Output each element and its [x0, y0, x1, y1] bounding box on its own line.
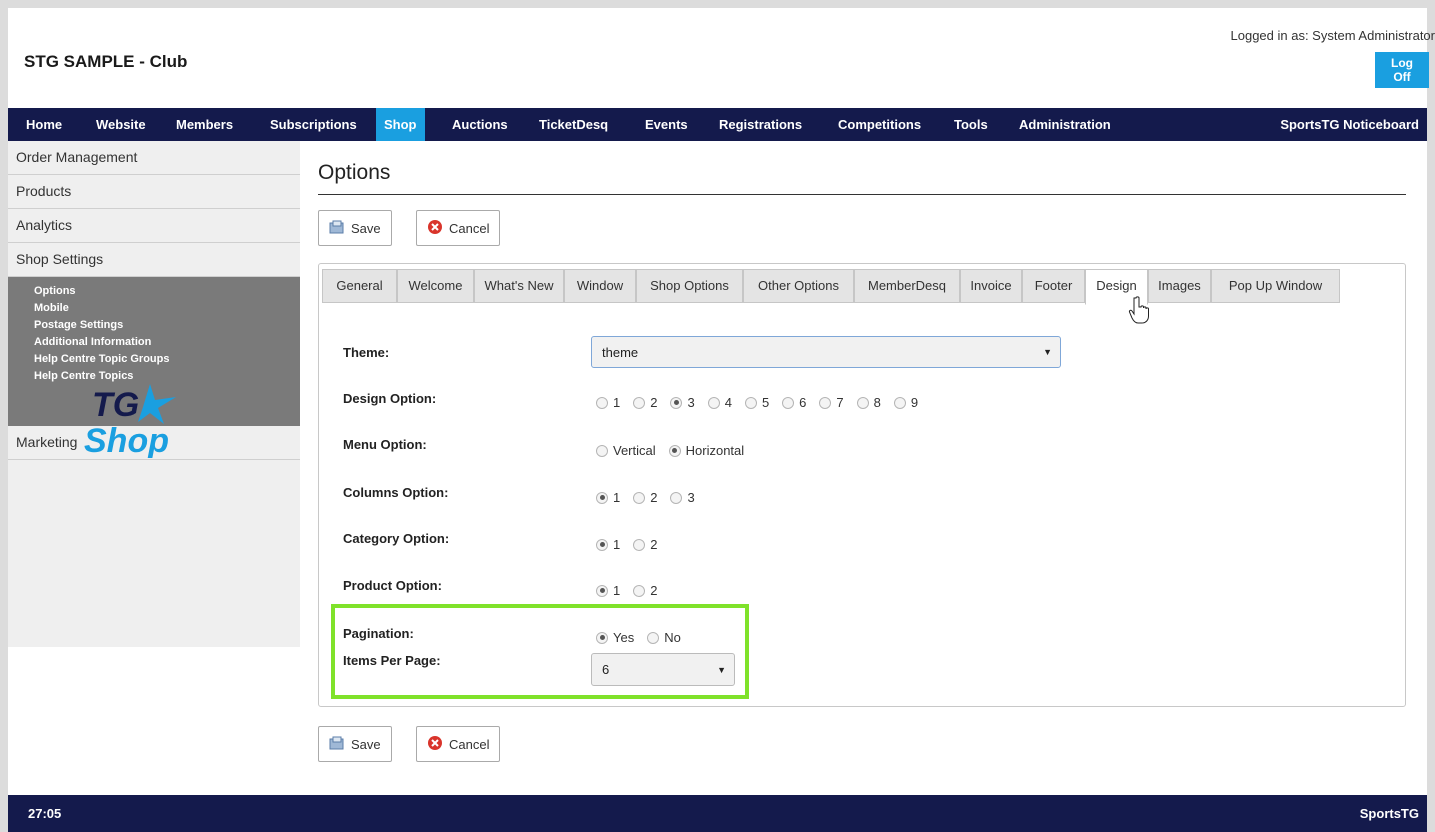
product-option-1[interactable]: 1: [596, 583, 620, 598]
menu-option-radios: Vertical Horizontal: [596, 443, 757, 458]
design-option-9[interactable]: 9: [893, 395, 918, 410]
save-button-top[interactable]: Save: [318, 210, 392, 246]
cancel-button-bottom[interactable]: Cancel: [416, 726, 501, 762]
nav-administration[interactable]: Administration: [1011, 108, 1119, 141]
nav-events[interactable]: Events: [637, 108, 696, 141]
tab-welcome[interactable]: Welcome: [397, 269, 474, 303]
nav-tools[interactable]: Tools: [946, 108, 996, 141]
category-option-label: Category Option:: [343, 531, 450, 546]
page-title: Options: [318, 161, 391, 184]
save-label: Save: [351, 736, 381, 752]
login-status: Logged in as: System Administrator: [1230, 28, 1435, 43]
sidebar-item-products[interactable]: Products: [8, 175, 300, 209]
title-divider: [318, 194, 1406, 195]
tab-general[interactable]: General: [322, 269, 397, 303]
cancel-icon: [427, 735, 443, 754]
menu-option-vertical[interactable]: Vertical: [596, 443, 656, 458]
submenu-additional-information[interactable]: Additional Information: [8, 334, 300, 351]
category-option-1[interactable]: 1: [596, 537, 620, 552]
nav-ticketdesq[interactable]: TicketDesq: [531, 108, 616, 141]
tab-pop-up-window[interactable]: Pop Up Window: [1211, 269, 1340, 303]
menu-option-label: Menu Option:: [343, 437, 427, 452]
product-option-2[interactable]: 2: [633, 583, 657, 598]
save-label: Save: [351, 220, 381, 236]
tab-invoice[interactable]: Invoice: [960, 269, 1022, 303]
tab-memberdesq[interactable]: MemberDesq: [854, 269, 960, 303]
product-option-radios: 1 2: [596, 583, 670, 598]
submenu-postage-settings[interactable]: Postage Settings: [8, 317, 300, 334]
columns-option-label: Columns Option:: [343, 485, 449, 500]
design-option-8[interactable]: 8: [856, 395, 881, 410]
category-option-radios: 1 2: [596, 537, 670, 552]
submenu-options[interactable]: Options: [8, 283, 300, 300]
sidebar-item-order-management[interactable]: Order Management: [8, 141, 300, 175]
pagination-no[interactable]: No: [647, 630, 681, 645]
chevron-down-icon: ▼: [717, 664, 726, 675]
session-timer: 27:05: [28, 806, 62, 821]
nav-auctions[interactable]: Auctions: [444, 108, 516, 141]
tab-footer[interactable]: Footer: [1022, 269, 1085, 303]
pagination-yes[interactable]: Yes: [596, 630, 634, 645]
design-option-4[interactable]: 4: [707, 395, 732, 410]
nav-website[interactable]: Website: [88, 108, 154, 141]
items-per-page-label: Items Per Page:: [343, 653, 441, 668]
tab-shop-options[interactable]: Shop Options: [636, 269, 743, 303]
sidebar-item-analytics[interactable]: Analytics: [8, 209, 300, 243]
pagination-label: Pagination:: [343, 626, 414, 641]
nav-shop[interactable]: Shop: [376, 108, 425, 141]
product-option-label: Product Option:: [343, 578, 442, 593]
footer-bar: 27:05 SportsTG: [8, 795, 1427, 832]
save-icon: [329, 736, 345, 753]
footer-brand: SportsTG: [1359, 806, 1419, 821]
columns-option-2[interactable]: 2: [633, 490, 657, 505]
design-option-2[interactable]: 2: [633, 395, 657, 410]
category-option-2[interactable]: 2: [633, 537, 657, 552]
save-icon: [329, 220, 345, 237]
hand-cursor-icon: [1128, 296, 1150, 329]
nav-competitions[interactable]: Competitions: [830, 108, 929, 141]
design-option-7[interactable]: 7: [819, 395, 844, 410]
cancel-label: Cancel: [449, 220, 490, 236]
items-per-page-value: 6: [602, 662, 610, 677]
design-option-radios: 1 2 3 4 5 6 7 8 9: [596, 395, 931, 410]
design-option-1[interactable]: 1: [596, 395, 620, 410]
columns-option-radios: 1 2 3: [596, 490, 708, 505]
design-option-3[interactable]: 3: [670, 395, 695, 410]
items-per-page-select[interactable]: 6 ▼: [591, 653, 735, 686]
save-button-bottom[interactable]: Save: [318, 726, 392, 762]
svg-text:TG: TG: [92, 386, 139, 424]
theme-value: theme: [602, 344, 639, 360]
site-title: STG SAMPLE - Club: [24, 52, 188, 71]
submenu-help-centre-topic-groups[interactable]: Help Centre Topic Groups: [8, 351, 300, 368]
theme-label: Theme:: [343, 345, 390, 360]
submenu-mobile[interactable]: Mobile: [8, 300, 300, 317]
nav-registrations[interactable]: Registrations: [711, 108, 810, 141]
theme-select[interactable]: theme ▼: [591, 336, 1061, 368]
nav-subscriptions[interactable]: Subscriptions: [262, 108, 365, 141]
log-off-button[interactable]: Log Off: [1375, 52, 1429, 88]
cancel-button-top[interactable]: Cancel: [416, 210, 501, 246]
top-nav: Home Website Members Subscriptions Shop …: [8, 108, 1427, 141]
menu-option-horizontal[interactable]: Horizontal: [668, 443, 744, 458]
sidebar-item-shop-settings[interactable]: Shop Settings: [8, 243, 300, 277]
chevron-down-icon: ▼: [1043, 347, 1052, 357]
columns-option-1[interactable]: 1: [596, 490, 620, 505]
tab-other-options[interactable]: Other Options: [743, 269, 854, 303]
svg-text:Shop: Shop: [84, 422, 169, 458]
design-option-5[interactable]: 5: [744, 395, 769, 410]
columns-option-3[interactable]: 3: [670, 490, 695, 505]
nav-home[interactable]: Home: [18, 108, 70, 141]
design-option-label: Design Option:: [343, 391, 437, 406]
tab-images[interactable]: Images: [1148, 269, 1211, 303]
nav-noticeboard[interactable]: SportsTG Noticeboard: [1280, 108, 1419, 141]
pagination-radios: Yes No: [596, 630, 694, 645]
cancel-label: Cancel: [449, 736, 490, 752]
tab-whats-new[interactable]: What's New: [474, 269, 564, 303]
design-option-6[interactable]: 6: [782, 395, 806, 410]
tg-shop-logo: TG Shop: [80, 378, 220, 463]
nav-members[interactable]: Members: [168, 108, 241, 141]
tab-window[interactable]: Window: [564, 269, 636, 303]
cancel-icon: [427, 219, 443, 238]
